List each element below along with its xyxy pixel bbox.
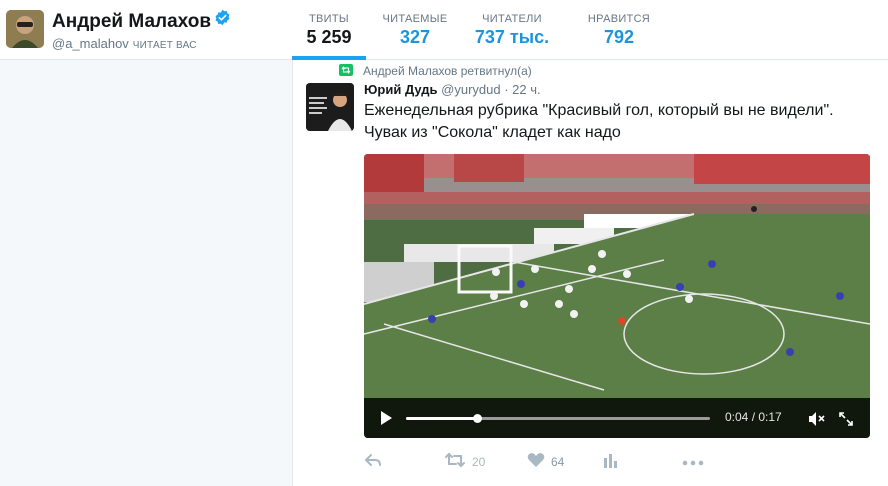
tab-tweets-value: 5 259: [306, 27, 352, 47]
fullscreen-icon[interactable]: [838, 411, 854, 427]
like-button[interactable]: 64: [527, 452, 564, 472]
tab-likes[interactable]: НРАВИТСЯ 792: [570, 0, 668, 60]
bar-chart-icon: [602, 452, 618, 473]
follows-you-badge: ЧИТАЕТ ВАС: [132, 40, 197, 51]
tweet-author-avatar[interactable]: [306, 83, 354, 131]
tab-following-value: 327: [399, 27, 431, 47]
tab-following[interactable]: ЧИТАЕМЫЕ 327: [368, 0, 462, 60]
reply-icon: [364, 452, 382, 473]
retweet-button[interactable]: 20: [444, 452, 485, 472]
profile-name-text[interactable]: Андрей Малахов: [52, 11, 211, 32]
profile-avatar[interactable]: [6, 10, 44, 48]
tab-likes-label: НРАВИТСЯ: [587, 13, 651, 25]
tweet-actions: 20 64: [364, 452, 884, 472]
retweet-context-icon: [339, 64, 353, 76]
tweet-text: Еженедельная рубрика "Красивый гол, кото…: [364, 102, 834, 141]
profile-header: Андрей Малахов @a_malahov ЧИТАЕТ ВАС ТВИТ…: [0, 0, 888, 60]
tab-followers-label: ЧИТАТЕЛИ: [482, 13, 542, 25]
play-icon[interactable]: [378, 410, 394, 426]
heart-icon: [527, 452, 545, 473]
retweet-context[interactable]: Андрей Малахов ретвитнул(а): [363, 64, 532, 78]
profile-name[interactable]: Андрей Малахов: [52, 9, 231, 33]
video-controls: 0:04 / 0:17: [364, 398, 870, 438]
tab-tweets[interactable]: ТВИТЫ 5 259: [292, 0, 366, 60]
profile-nav: ТВИТЫ 5 259 ЧИТАЕМЫЕ 327 ЧИТАТЕЛИ 737 ты…: [292, 0, 668, 60]
timeline: Андрей Малахов ретвитнул(а) Юрий Дудь @y…: [292, 60, 888, 486]
more-button[interactable]: [682, 452, 704, 472]
tweet-header: Юрий Дудь @yurydud · 22 ч.: [364, 82, 541, 97]
video-frame: [364, 154, 870, 438]
like-count: 64: [551, 455, 565, 469]
retweet-icon: [444, 452, 466, 473]
tab-likes-value: 792: [603, 27, 635, 47]
tab-followers-value: 737 тыс.: [474, 27, 550, 47]
reply-button[interactable]: [364, 452, 382, 472]
video-progress-fill: [406, 417, 478, 420]
mute-icon[interactable]: [808, 411, 826, 427]
verified-badge-icon: [214, 9, 231, 32]
profile-handle: @a_malahov ЧИТАЕТ ВАС: [52, 36, 197, 51]
video-progress-handle[interactable]: [473, 414, 483, 423]
video-progress-bar[interactable]: [406, 414, 710, 423]
tab-following-label: ЧИТАЕМЫЕ: [382, 13, 448, 25]
more-dots-icon: [682, 453, 704, 471]
retweet-count: 20: [472, 455, 486, 469]
tweet-timestamp[interactable]: · 22 ч.: [504, 82, 540, 97]
tweet-author-name[interactable]: Юрий Дудь: [364, 82, 438, 97]
video-time: 0:04 / 0:17: [725, 410, 782, 424]
tab-followers[interactable]: ЧИТАТЕЛИ 737 тыс.: [462, 0, 562, 60]
profile-handle-text: @a_malahov: [52, 36, 129, 51]
video-player[interactable]: 0:04 / 0:17: [364, 154, 870, 438]
tab-tweets-label: ТВИТЫ: [309, 13, 349, 25]
analytics-button[interactable]: [602, 452, 618, 472]
tweet-author-handle[interactable]: @yurydud: [441, 82, 500, 97]
